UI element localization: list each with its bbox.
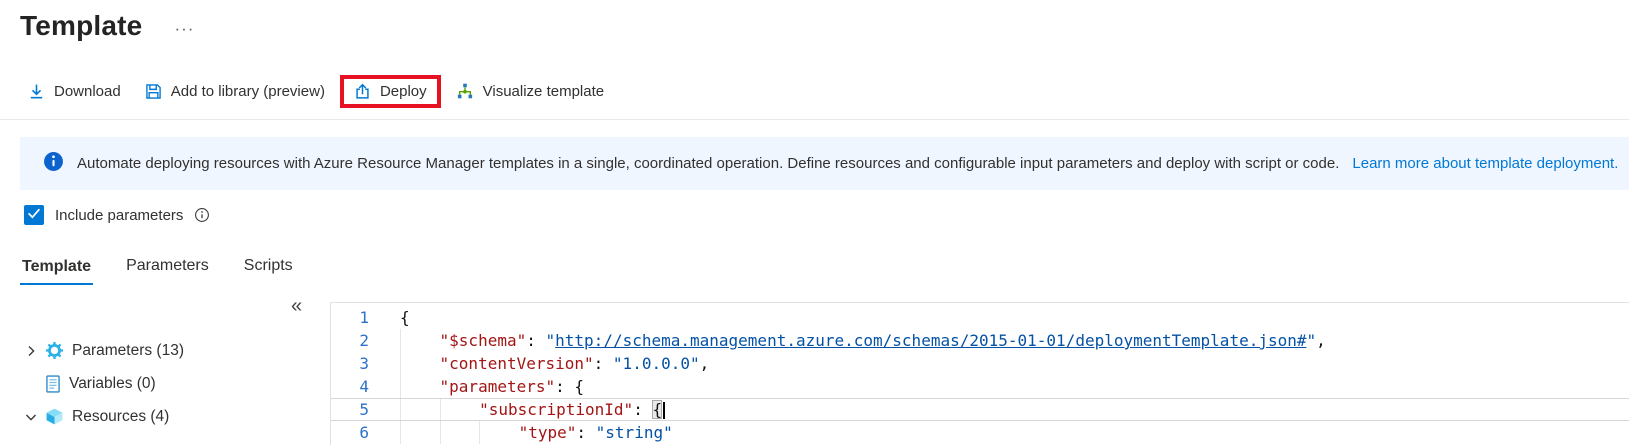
tree-item-variables[interactable]: Variables (0): [24, 367, 314, 400]
collapse-panel-button[interactable]: «: [291, 296, 302, 316]
document-icon: [45, 374, 61, 393]
code-token: ,: [1316, 331, 1326, 350]
save-icon: [145, 83, 162, 100]
info-icon: [43, 151, 64, 176]
code-token: :: [593, 354, 613, 373]
line-number: 3: [359, 354, 369, 373]
tab-bar: Template Parameters Scripts: [20, 244, 295, 285]
tree-item-label: Variables (0): [69, 374, 156, 392]
download-button[interactable]: Download: [16, 75, 133, 108]
chevron-right-icon[interactable]: [24, 345, 37, 357]
toolbar: Download Add to library (preview) Deploy Vi…: [16, 66, 1629, 116]
chevron-down-icon[interactable]: [24, 411, 37, 423]
gear-icon: [45, 341, 64, 360]
code-token: "contentVersion": [439, 354, 594, 373]
code-token: :: [555, 377, 575, 396]
banner-text: Automate deploying resources with Azure …: [77, 155, 1340, 172]
code-line-6[interactable]: 6 "type": "string": [331, 421, 1629, 444]
include-parameters-label: Include parameters: [55, 206, 184, 224]
line-number: 4: [359, 377, 369, 396]
code-token: "parameters": [439, 377, 556, 396]
toolbar-button-label: Visualize template: [482, 82, 605, 100]
line-number: 2: [359, 331, 369, 350]
checkmark-icon: [25, 204, 43, 227]
tab-parameters[interactable]: Parameters: [124, 251, 211, 285]
code-token: :: [576, 423, 596, 442]
line-content: "$schema": "http://schema.management.azu…: [369, 329, 1326, 352]
cube-icon: [45, 407, 64, 426]
code-token: {: [652, 400, 663, 419]
toolbar-button-label: Deploy: [379, 82, 427, 100]
page-title: Template: [20, 10, 143, 41]
page-header: Template ···: [20, 0, 198, 52]
tree-item-parameters[interactable]: Parameters (13): [24, 334, 314, 367]
code-token: "1.0.0.0": [612, 354, 700, 373]
line-content: {: [369, 306, 410, 329]
tree-item-resources[interactable]: Resources (4): [24, 400, 314, 433]
add-to-library-button[interactable]: Add to library (preview): [133, 75, 337, 108]
code-token: {: [574, 377, 585, 396]
include-parameters-row: Include parameters: [24, 202, 210, 228]
line-content: "type": "string": [369, 421, 673, 444]
code-line-2[interactable]: 2 "$schema": "http://schema.management.a…: [331, 329, 1629, 352]
banner-learn-more-link[interactable]: Learn more about template deployment.: [1352, 155, 1618, 172]
code-token: :: [526, 331, 546, 350]
more-options-button[interactable]: ···: [170, 17, 198, 41]
code-token: "subscriptionId": [479, 400, 634, 419]
text-cursor-icon: [663, 402, 666, 419]
visualize-template-button[interactable]: Visualize template: [444, 75, 616, 108]
code-token: "$schema": [439, 331, 527, 350]
line-content: "parameters": {: [369, 375, 584, 398]
code-token: ,: [699, 354, 710, 373]
toolbar-divider: [0, 119, 1629, 120]
download-icon: [28, 83, 45, 100]
tree-item-label: Parameters (13): [72, 341, 184, 359]
line-number: 1: [359, 308, 369, 327]
code-line-5[interactable]: 5 "subscriptionId": {: [331, 398, 1629, 421]
line-number: 5: [359, 400, 369, 419]
code-line-3[interactable]: 3 "contentVersion": "1.0.0.0",: [331, 352, 1629, 375]
upload-icon: [354, 83, 371, 100]
hierarchy-icon: [456, 83, 474, 100]
tree-item-label: Resources (4): [72, 407, 170, 425]
code-editor[interactable]: 1{2 "$schema": "http://schema.management…: [330, 302, 1629, 445]
include-parameters-checkbox[interactable]: [24, 205, 44, 225]
deploy-button[interactable]: Deploy: [339, 74, 441, 108]
toolbar-button-label: Add to library (preview): [170, 82, 325, 100]
code-token: http://schema.management.azure.com/schem…: [555, 331, 1307, 350]
line-number: 6: [359, 423, 369, 442]
info-outline-icon[interactable]: [194, 207, 210, 223]
info-banner: Automate deploying resources with Azure …: [20, 137, 1629, 190]
code-lines: 1{2 "$schema": "http://schema.management…: [331, 306, 1629, 444]
code-token: {: [400, 308, 410, 327]
code-token: ": [1306, 331, 1317, 350]
template-outline-tree: Parameters (13) Variables (0) Resources (4…: [24, 334, 314, 433]
line-content: "subscriptionId": {: [369, 399, 666, 420]
code-line-1[interactable]: 1{: [331, 306, 1629, 329]
code-token: "type": [518, 423, 577, 442]
code-token: "string": [595, 423, 673, 442]
line-content: "contentVersion": "1.0.0.0",: [369, 352, 709, 375]
code-line-4[interactable]: 4 "parameters": {: [331, 375, 1629, 398]
toolbar-button-label: Download: [54, 82, 121, 100]
tab-template[interactable]: Template: [20, 252, 94, 285]
code-token: ": [545, 331, 556, 350]
tab-scripts[interactable]: Scripts: [242, 251, 295, 285]
code-token: :: [633, 400, 653, 419]
